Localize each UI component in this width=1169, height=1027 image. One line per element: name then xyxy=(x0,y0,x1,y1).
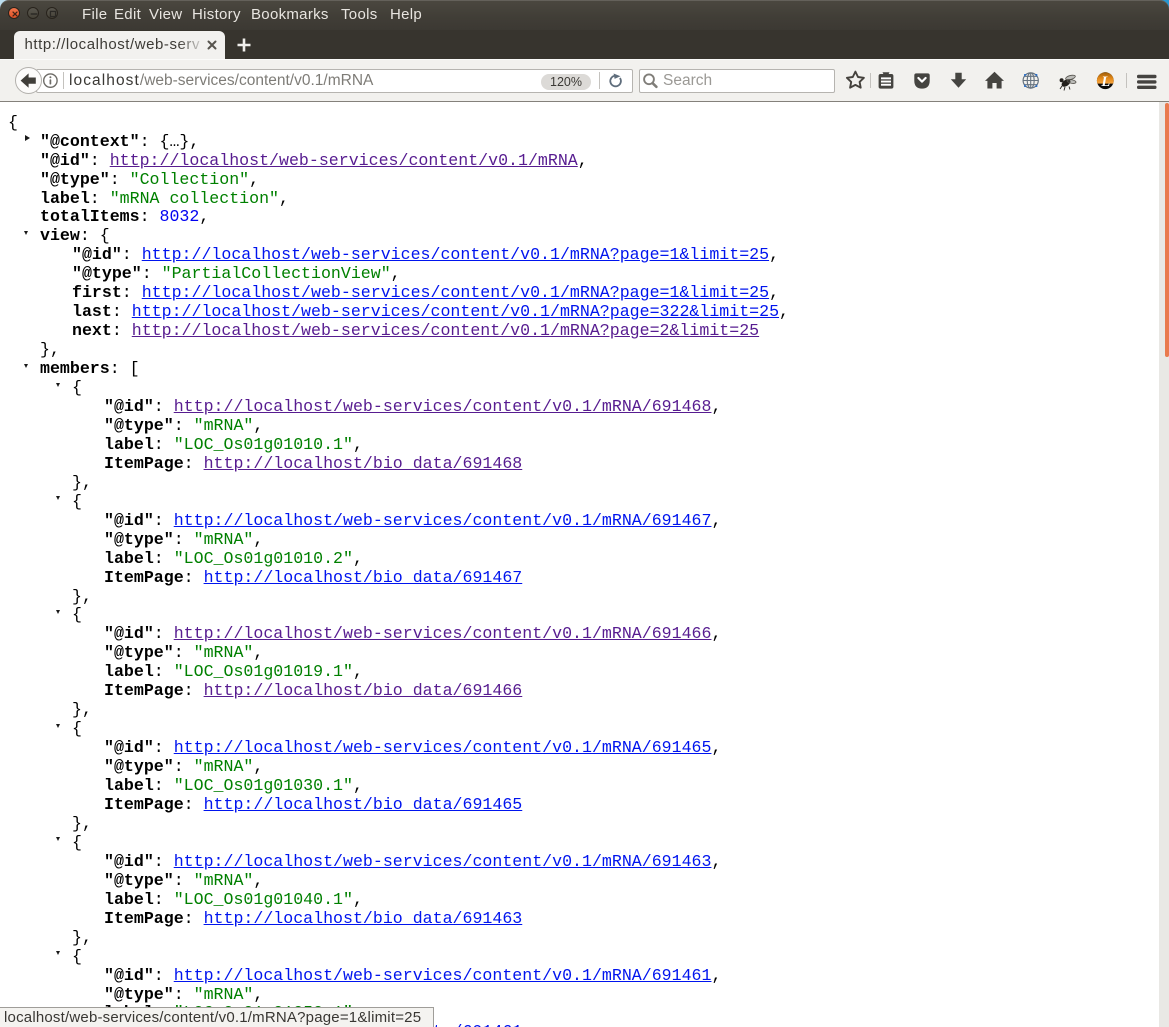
svg-text:L: L xyxy=(1100,74,1110,90)
